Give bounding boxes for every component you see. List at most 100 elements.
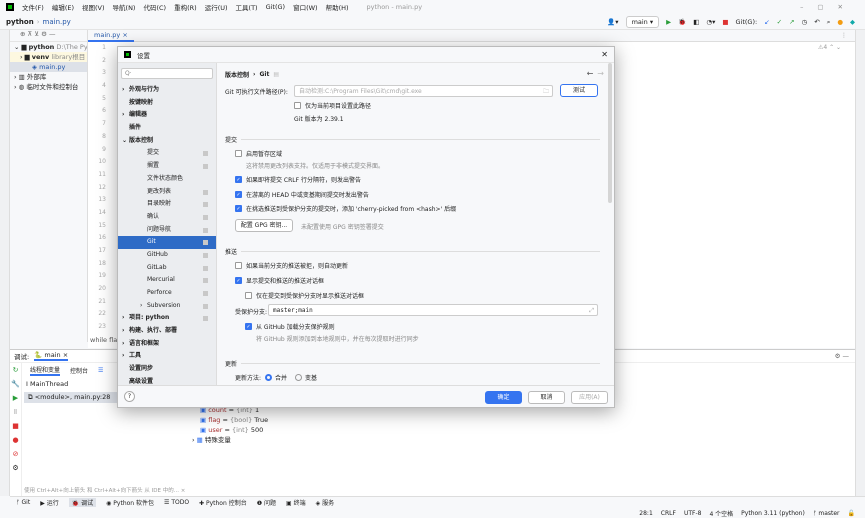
git-path-input[interactable]: 自动检测:C:\Program Files\Git\cmd\git.exe 🗀 bbox=[294, 85, 553, 97]
more-tabs-icon[interactable]: ⋮ bbox=[841, 32, 847, 39]
tree-item-external-libs[interactable]: › ▥ 外部库 bbox=[10, 72, 87, 82]
git-push-icon[interactable]: ↗ bbox=[789, 18, 794, 26]
git-commit-icon[interactable]: ✓ bbox=[777, 18, 782, 26]
variable-flag[interactable]: ▣ flag = {bool} True bbox=[200, 415, 268, 425]
profile-icon[interactable]: ◔▾ bbox=[706, 18, 715, 26]
tree-item-python[interactable]: ⌄ ▆ python D:\The Py bbox=[10, 42, 87, 52]
search-icon[interactable]: ⌕ bbox=[827, 18, 831, 27]
apply-button[interactable]: 应用(A) bbox=[571, 391, 608, 404]
close-icon[interactable]: ✕ bbox=[601, 50, 608, 59]
test-button[interactable]: 测试 bbox=[560, 84, 598, 97]
update-icon[interactable]: ● bbox=[837, 18, 843, 26]
status-indent[interactable]: 4 个空格 bbox=[709, 509, 733, 518]
breadcrumb-project[interactable]: python bbox=[6, 18, 34, 26]
status-encoding[interactable]: UTF-8 bbox=[684, 510, 702, 517]
menu-git[interactable]: Git(G) bbox=[266, 3, 286, 11]
tree-item-venv[interactable]: › ▆ venv library根目 bbox=[10, 52, 87, 62]
debug-tab-main[interactable]: 🐍 main × bbox=[34, 351, 69, 361]
cherry-pick-checkbox[interactable]: ✓ 在挑选推送到受保护分支的提交时，添加 'cherry-picked from … bbox=[235, 204, 456, 213]
settings-nav-item[interactable]: 问题导航 bbox=[118, 224, 216, 237]
tool-git[interactable]: ᚠ Git bbox=[16, 499, 30, 506]
settings-nav-item[interactable]: 更改列表 bbox=[118, 186, 216, 199]
user-icon[interactable]: 👤▾ bbox=[607, 18, 618, 26]
staging-checkbox[interactable]: 启用暂存区域 bbox=[235, 149, 282, 158]
nav-arrows[interactable]: ← → bbox=[587, 69, 604, 78]
status-position[interactable]: 28:1 bbox=[639, 510, 652, 517]
history-icon[interactable]: ◷ bbox=[802, 18, 808, 26]
debug-icon[interactable]: 🐞 bbox=[678, 18, 686, 26]
settings-nav-item[interactable]: 文件状态颜色 bbox=[118, 173, 216, 186]
rollback-icon[interactable]: ↶ bbox=[814, 18, 819, 26]
settings-nav-item[interactable]: 确认 bbox=[118, 211, 216, 224]
settings-nav-item[interactable]: › 项目: python bbox=[118, 312, 216, 325]
menu-help[interactable]: 帮助(H) bbox=[326, 2, 349, 12]
tab-console[interactable]: 控制台 bbox=[70, 366, 88, 375]
tab-main-py[interactable]: main.py × bbox=[88, 30, 134, 42]
tree-item-scratches[interactable]: › ◍ 临时文件和控制台 bbox=[10, 82, 87, 92]
coverage-icon[interactable]: ◧ bbox=[693, 18, 699, 26]
radio-merge[interactable]: 合并 bbox=[265, 373, 287, 382]
settings-nav-item[interactable]: › 工具 bbox=[118, 350, 216, 363]
run-config-select[interactable]: main ▾ bbox=[625, 16, 660, 28]
detached-head-checkbox[interactable]: ✓ 在游离的 HEAD 中或变基期间提交时发出警告 bbox=[235, 190, 369, 199]
menu-run[interactable]: 运行(U) bbox=[205, 2, 228, 12]
protected-only-checkbox[interactable]: 仅在提交到受保护分支时显示推送对话框 bbox=[245, 291, 364, 300]
tool-services[interactable]: ◈ 服务 bbox=[316, 498, 335, 507]
github-rules-checkbox[interactable]: ✓ 从 GitHub 加载分支保护规则 bbox=[245, 322, 335, 331]
status-branch[interactable]: ᚠ master bbox=[813, 510, 840, 517]
warnings-indicator[interactable]: ⚠4 ⌃ ⌄ bbox=[818, 44, 841, 51]
thread-item[interactable]: Ⅰ MainThread bbox=[26, 380, 68, 388]
menu-tools[interactable]: 工具(T) bbox=[236, 2, 258, 12]
debug-settings-icon[interactable]: ⚙ — bbox=[835, 352, 849, 360]
lock-icon[interactable]: 🔓 bbox=[848, 510, 855, 517]
ok-button[interactable]: 确定 bbox=[485, 391, 522, 404]
configure-gpg-button[interactable]: 配置 GPG 密钥... bbox=[235, 219, 293, 232]
show-push-dialog-checkbox[interactable]: ✓ 显示提交和推送的推送对话框 bbox=[235, 276, 324, 285]
settings-nav-item[interactable]: › Subversion bbox=[118, 300, 216, 313]
project-only-checkbox[interactable]: 仅为当前项目设置此路径 bbox=[294, 101, 371, 110]
help-icon[interactable]: ? bbox=[124, 391, 135, 402]
tab-threads-variables[interactable]: 线程和变量 bbox=[30, 365, 61, 376]
variable-user[interactable]: ▣ user = {int} 500 bbox=[200, 425, 268, 435]
menu-window[interactable]: 窗口(W) bbox=[293, 2, 318, 12]
settings-nav-item[interactable]: › 外观与行为 bbox=[118, 84, 216, 97]
radio-rebase[interactable]: 变基 bbox=[295, 373, 317, 382]
settings-nav-item[interactable]: 搁置 bbox=[118, 160, 216, 173]
tool-problems[interactable]: ❶ 问题 bbox=[257, 498, 276, 507]
special-variables[interactable]: › ▦ 特殊变量 bbox=[192, 435, 268, 445]
tool-todo[interactable]: ☰ TODO bbox=[164, 499, 189, 506]
tool-run[interactable]: ▶ 运行 bbox=[40, 498, 59, 507]
tool-terminal[interactable]: ▣ 终端 bbox=[286, 498, 306, 507]
settings-nav-item[interactable]: Mercurial bbox=[118, 274, 216, 287]
settings-nav-item[interactable]: Perforce bbox=[118, 287, 216, 300]
settings-nav-item[interactable]: 按键映射 bbox=[118, 97, 216, 110]
settings-nav-item[interactable]: 目录映射 bbox=[118, 198, 216, 211]
settings-nav-item[interactable]: › 编辑器 bbox=[118, 109, 216, 122]
settings-nav-item[interactable]: 插件 bbox=[118, 122, 216, 135]
settings-nav-item[interactable]: 设置同步 bbox=[118, 363, 216, 376]
protected-branches-input[interactable]: master;main ⤢ bbox=[268, 304, 598, 316]
settings-nav-item[interactable]: GitHub bbox=[118, 249, 216, 262]
menu-file[interactable]: 文件(F) bbox=[22, 2, 44, 12]
settings-nav-item[interactable]: Git bbox=[118, 236, 216, 249]
layout-icon[interactable]: ☰ bbox=[98, 367, 103, 374]
auto-update-checkbox[interactable]: 如果当前分支的推送被拒，则自动更新 bbox=[235, 261, 348, 270]
content-scrollbar[interactable] bbox=[608, 63, 612, 203]
tool-debug[interactable]: 🐞 调试 bbox=[68, 498, 97, 507]
stop-icon[interactable]: ■ bbox=[722, 18, 728, 26]
breadcrumb-file[interactable]: main.py bbox=[43, 18, 71, 26]
settings-nav-item[interactable]: › 语言和框架 bbox=[118, 338, 216, 351]
menu-code[interactable]: 代码(C) bbox=[143, 2, 166, 12]
cancel-button[interactable]: 取消 bbox=[528, 391, 565, 404]
tool-python-packages[interactable]: ◉ Python 软件包 bbox=[106, 498, 154, 507]
menu-edit[interactable]: 编辑(E) bbox=[52, 2, 74, 12]
menu-view[interactable]: 视图(V) bbox=[82, 2, 105, 12]
jetbrains-icon[interactable]: ◆ bbox=[850, 18, 855, 26]
project-panel-toolbar[interactable]: ⊕ ⊼ ⊻ ⚙ — bbox=[10, 30, 87, 42]
settings-nav-item[interactable]: 提交 bbox=[118, 147, 216, 160]
settings-nav-item[interactable]: › 构建、执行、部署 bbox=[118, 325, 216, 338]
debug-actions[interactable]: ↻ 🔧 ▶ Ⅱ ■ ● ⊘ ⚙ bbox=[10, 363, 22, 497]
settings-search-input[interactable]: Q· bbox=[121, 68, 213, 79]
git-update-icon[interactable]: ↙ bbox=[764, 18, 769, 26]
tool-python-console[interactable]: ✚ Python 控制台 bbox=[199, 498, 247, 507]
